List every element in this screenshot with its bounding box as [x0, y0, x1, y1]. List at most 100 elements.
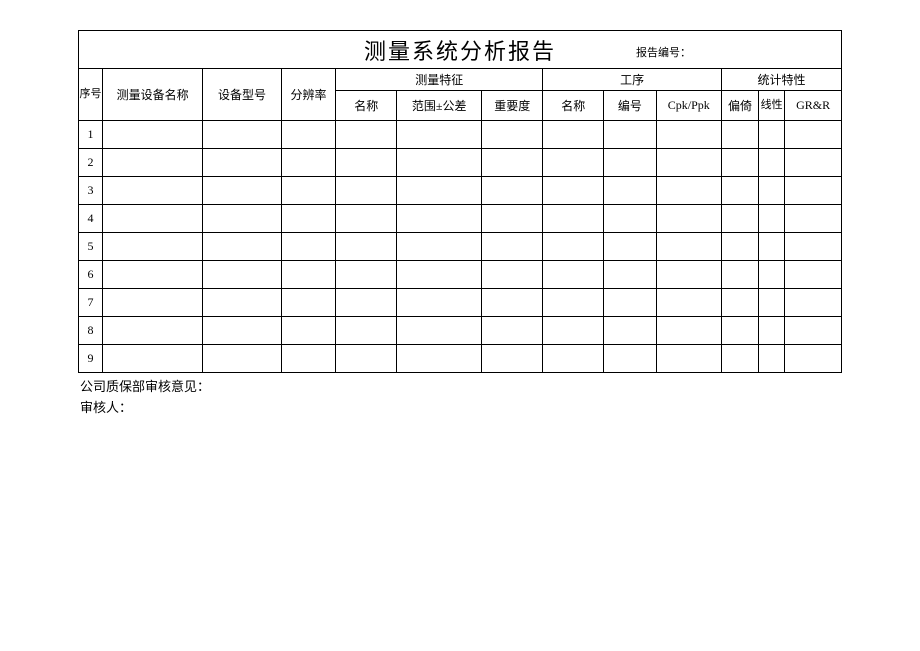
cell — [656, 289, 721, 317]
cell — [759, 261, 785, 289]
cell — [721, 177, 758, 205]
cell — [721, 261, 758, 289]
table-row: 3 — [79, 177, 842, 205]
cell — [543, 345, 604, 373]
cell — [656, 317, 721, 345]
cell — [482, 177, 543, 205]
cell — [543, 233, 604, 261]
cell — [281, 149, 335, 177]
cell — [482, 317, 543, 345]
cell — [397, 149, 482, 177]
cell — [203, 149, 281, 177]
hdr-bias: 偏倚 — [721, 91, 758, 121]
cell — [203, 261, 281, 289]
cell — [543, 205, 604, 233]
cell — [785, 261, 842, 289]
hdr-resolution: 分辨率 — [281, 69, 335, 121]
cell — [336, 149, 397, 177]
cell — [785, 121, 842, 149]
table-row: 9 — [79, 345, 842, 373]
cell — [785, 233, 842, 261]
cell — [785, 149, 842, 177]
cell — [397, 345, 482, 373]
cell — [543, 289, 604, 317]
cell — [102, 177, 202, 205]
cell — [759, 121, 785, 149]
qa-opinion-label: 公司质保部审核意见： — [80, 377, 842, 398]
auditor-label: 审核人： — [80, 398, 842, 419]
cell — [336, 345, 397, 373]
cell — [102, 289, 202, 317]
report-title: 测量系统分析报告 — [364, 39, 556, 64]
hdr-linearity: 线性 — [759, 91, 785, 121]
cell — [102, 261, 202, 289]
cell — [604, 261, 656, 289]
cell — [336, 205, 397, 233]
cell — [102, 121, 202, 149]
cell — [482, 289, 543, 317]
cell — [721, 121, 758, 149]
cell — [336, 233, 397, 261]
hdr-char-group: 测量特征 — [336, 69, 543, 91]
cell — [721, 345, 758, 373]
cell — [203, 345, 281, 373]
cell — [281, 121, 335, 149]
cell — [397, 233, 482, 261]
cell — [759, 205, 785, 233]
cell — [281, 233, 335, 261]
table-row: 8 — [79, 317, 842, 345]
cell — [759, 317, 785, 345]
hdr-char-importance: 重要度 — [482, 91, 543, 121]
page-container: 测量系统分析报告报告编号： 序号 测量设备名称 设备型号 分辨率 测量特征 工序… — [0, 0, 920, 419]
hdr-equip-name: 测量设备名称 — [102, 69, 202, 121]
hdr-char-tolerance: 范围±公差 — [397, 91, 482, 121]
cell-seq: 8 — [79, 317, 103, 345]
cell — [482, 205, 543, 233]
hdr-proc-no: 编号 — [604, 91, 656, 121]
cell — [604, 177, 656, 205]
table-row: 7 — [79, 289, 842, 317]
table-row: 5 — [79, 233, 842, 261]
cell — [397, 205, 482, 233]
cell — [336, 177, 397, 205]
cell — [604, 345, 656, 373]
cell — [203, 177, 281, 205]
report-table: 测量系统分析报告报告编号： 序号 测量设备名称 设备型号 分辨率 测量特征 工序… — [78, 30, 842, 373]
cell — [785, 345, 842, 373]
cell — [102, 345, 202, 373]
cell — [482, 149, 543, 177]
cell-seq: 2 — [79, 149, 103, 177]
cell — [482, 121, 543, 149]
cell — [604, 149, 656, 177]
cell — [397, 261, 482, 289]
title-cell: 测量系统分析报告 报告编号： — [79, 31, 842, 69]
cell — [543, 317, 604, 345]
cell — [281, 177, 335, 205]
cell — [656, 149, 721, 177]
cell — [281, 289, 335, 317]
hdr-grr: GR&R — [785, 91, 842, 121]
cell-seq: 7 — [79, 289, 103, 317]
table-row: 1 — [79, 121, 842, 149]
cell — [203, 317, 281, 345]
cell — [656, 261, 721, 289]
cell — [102, 233, 202, 261]
hdr-char-name: 名称 — [336, 91, 397, 121]
cell — [203, 205, 281, 233]
cell-seq: 3 — [79, 177, 103, 205]
hdr-proc-group: 工序 — [543, 69, 722, 91]
cell — [482, 345, 543, 373]
cell — [336, 261, 397, 289]
cell — [482, 261, 543, 289]
cell — [656, 121, 721, 149]
cell — [721, 205, 758, 233]
cell-seq: 1 — [79, 121, 103, 149]
cell — [656, 177, 721, 205]
cell-seq: 5 — [79, 233, 103, 261]
cell — [397, 317, 482, 345]
cell — [336, 289, 397, 317]
cell — [281, 205, 335, 233]
cell — [203, 289, 281, 317]
report-no-label: 报告编号： — [636, 44, 691, 60]
cell — [397, 177, 482, 205]
